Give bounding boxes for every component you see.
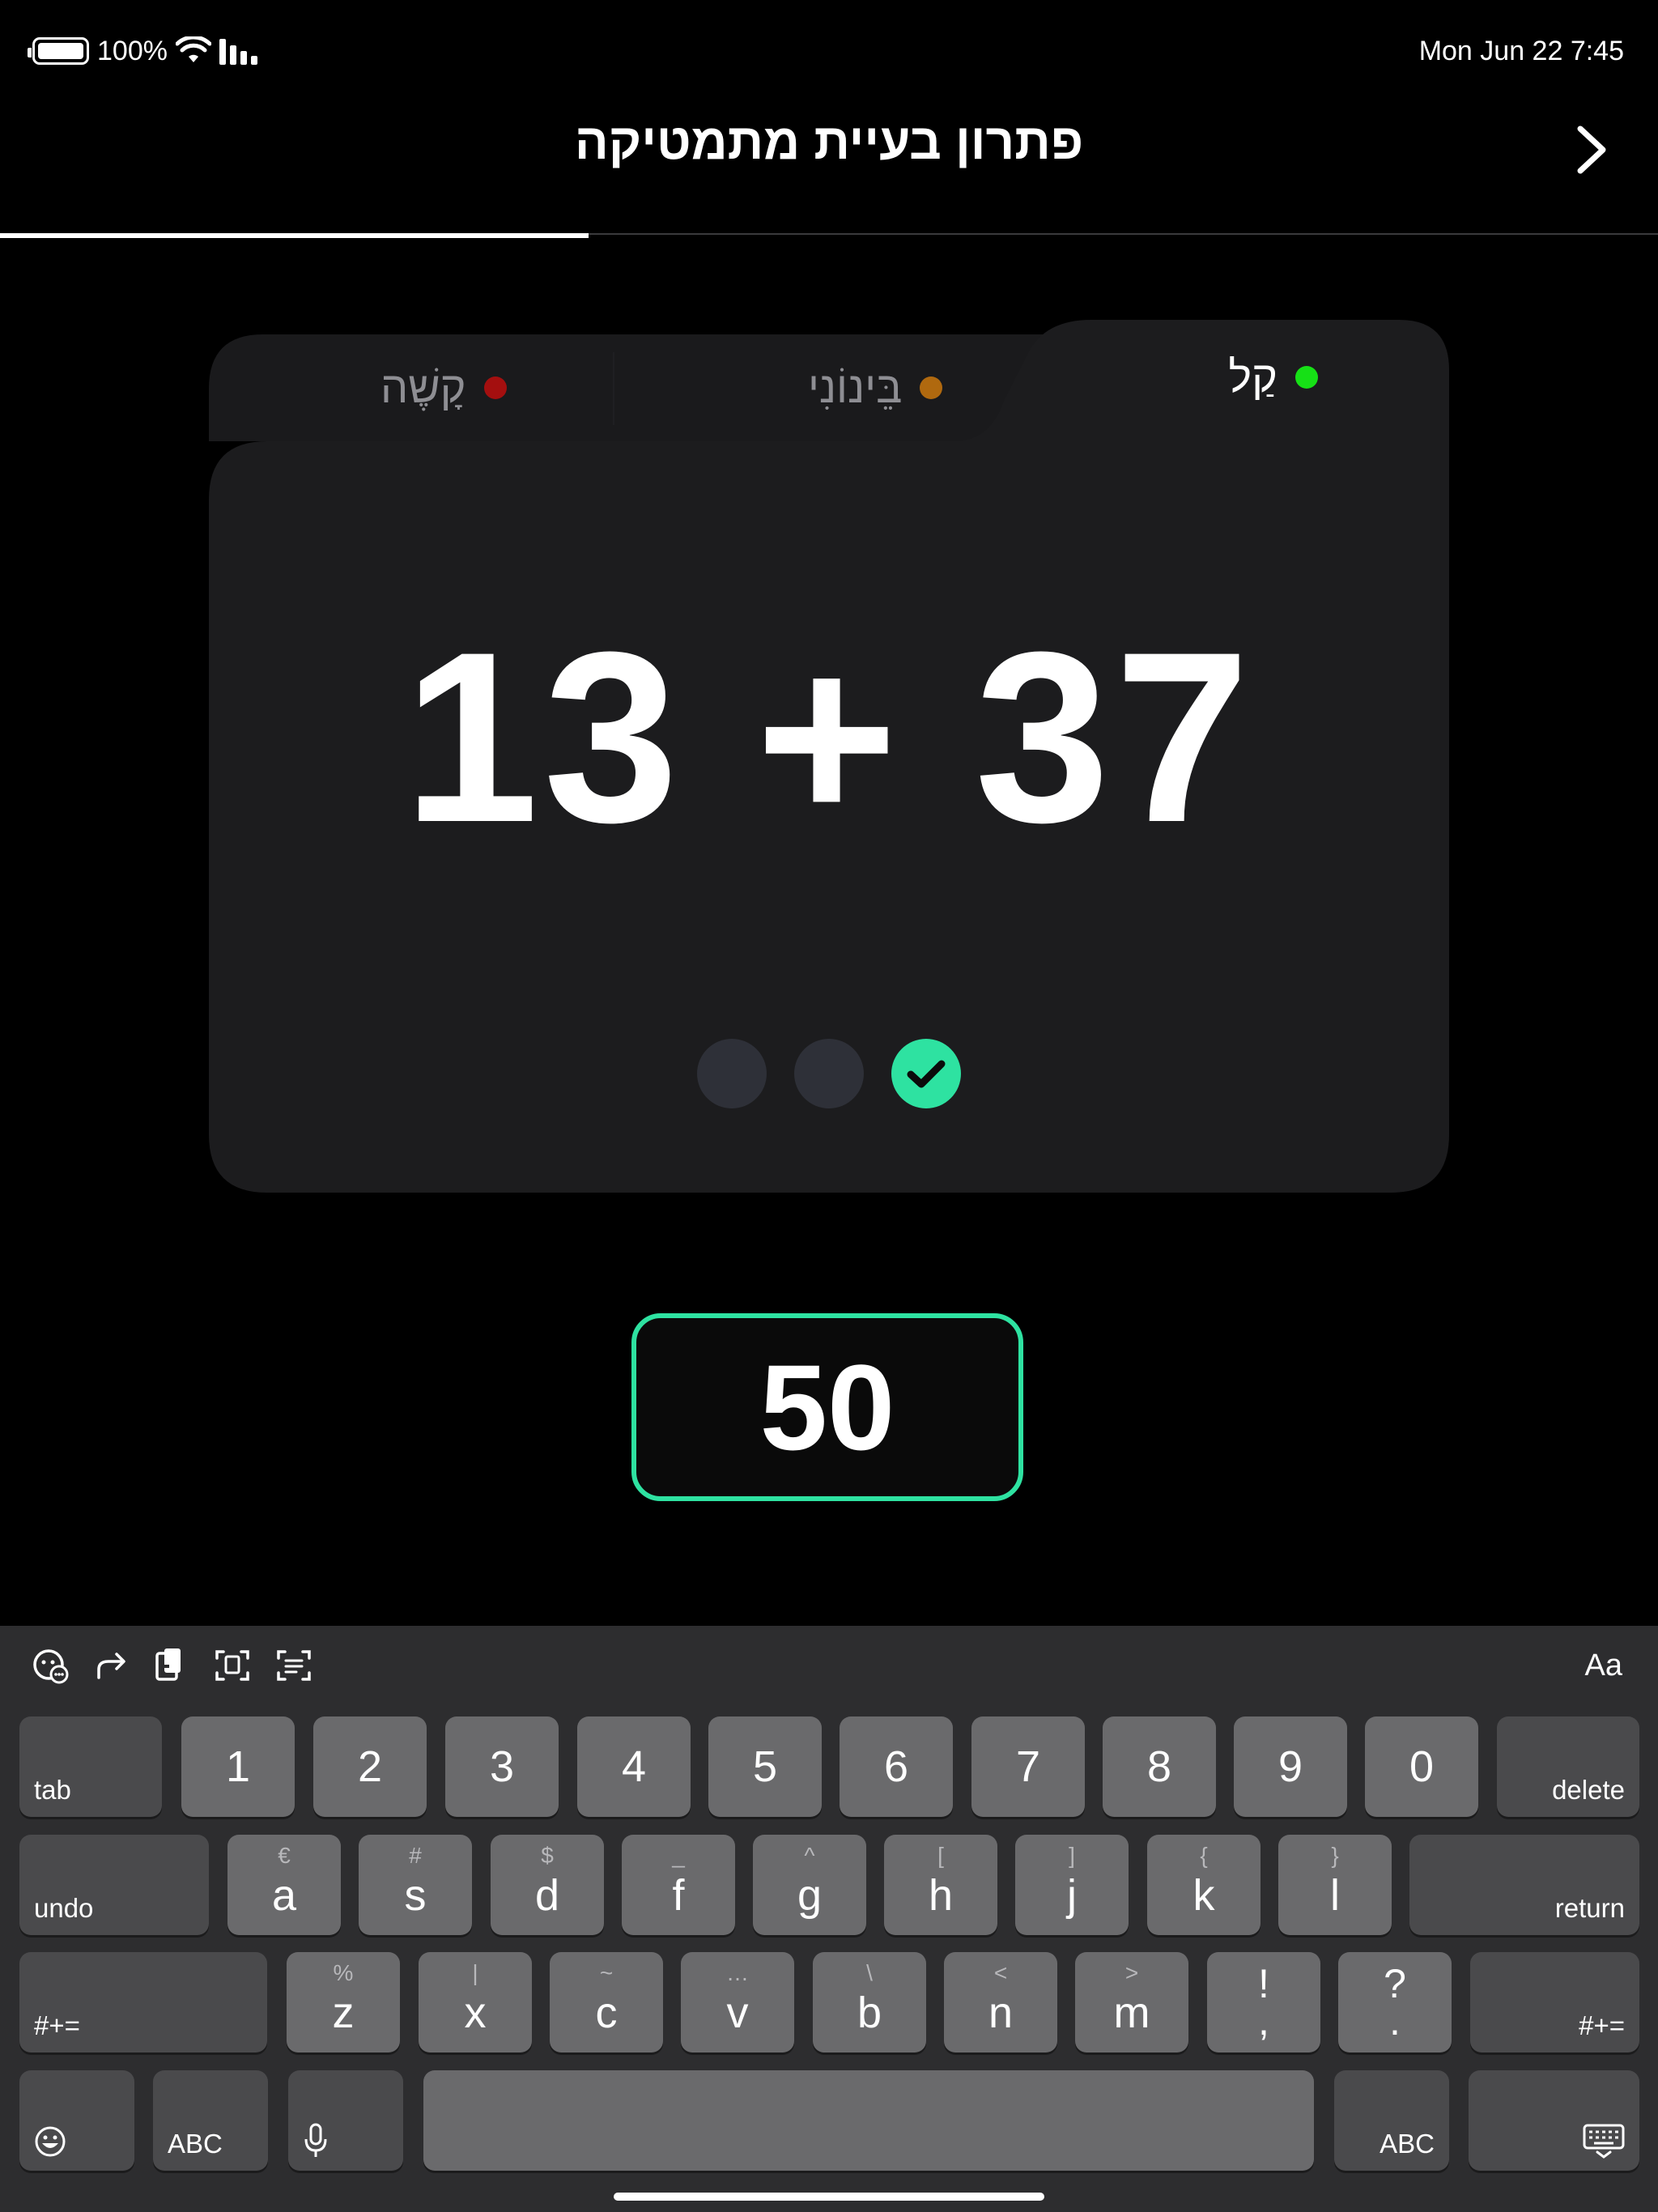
key-n[interactable]: < n	[944, 1952, 1057, 2052]
abc-key-right[interactable]: ABC	[1334, 2070, 1449, 2171]
key-x[interactable]: | x	[419, 1952, 532, 2052]
emoji-key[interactable]	[19, 2070, 134, 2171]
status-date-time: Mon Jun 22 7:45	[1418, 36, 1624, 66]
key-j[interactable]: ] j	[1015, 1835, 1129, 1935]
key-z[interactable]: % z	[287, 1952, 400, 2052]
home-indicator	[614, 2193, 1044, 2201]
key-v[interactable]: … v	[681, 1952, 794, 2052]
battery-icon	[28, 37, 89, 65]
key-3[interactable]: 3	[445, 1716, 559, 1817]
key-1[interactable]: 1	[181, 1716, 295, 1817]
text-format-icon[interactable]	[274, 1645, 314, 1686]
text-style-button[interactable]: Aa	[1585, 1645, 1622, 1686]
difficulty-dot-medium	[920, 376, 943, 399]
hide-keyboard-key[interactable]	[1469, 2070, 1639, 2171]
abc-key-left[interactable]: ABC	[153, 2070, 268, 2171]
key-8[interactable]: 8	[1103, 1716, 1216, 1817]
tab-easy-label: קַל	[1228, 353, 1278, 402]
delete-key[interactable]: delete	[1497, 1716, 1639, 1817]
key-4[interactable]: 4	[577, 1716, 691, 1817]
key-f[interactable]: _ f	[622, 1835, 735, 1935]
key-2[interactable]: 2	[313, 1716, 427, 1817]
tab-key[interactable]: tab	[19, 1716, 162, 1817]
wifi-icon	[175, 36, 211, 62]
key-b[interactable]: \ b	[813, 1952, 926, 2052]
key-question-period[interactable]: ?.	[1338, 1952, 1452, 2052]
symbols-key-right[interactable]: #+=	[1470, 1952, 1639, 2052]
key-5[interactable]: 5	[708, 1716, 822, 1817]
status-left: 100%	[28, 32, 260, 70]
tab-easy[interactable]: קַל	[1229, 352, 1318, 402]
key-c[interactable]: ~ c	[550, 1952, 663, 2052]
microphone-icon	[304, 2123, 327, 2157]
answer-input[interactable]: 50	[631, 1313, 1023, 1501]
difficulty-dot-hard	[483, 376, 507, 399]
scan-text-icon[interactable]	[212, 1645, 253, 1686]
attempt-indicator-pending	[697, 1039, 767, 1108]
attempt-indicator-pending	[794, 1039, 864, 1108]
key-h[interactable]: [h	[884, 1835, 997, 1935]
tab-medium[interactable]: בֵּינוֹנִי	[808, 363, 943, 413]
key-d[interactable]: $ d	[491, 1835, 604, 1935]
checkmark-icon	[907, 1060, 946, 1088]
key-s[interactable]: # s	[359, 1835, 472, 1935]
key-exclamation-comma[interactable]: !,	[1207, 1952, 1320, 2052]
redo-icon[interactable]	[91, 1645, 131, 1686]
keyboard-dismiss-icon	[1583, 2124, 1625, 2159]
battery-percent: 100%	[97, 35, 168, 66]
key-l[interactable]: } l	[1278, 1835, 1392, 1935]
tab-hard-label: קָשֶׁה	[380, 364, 466, 412]
return-key[interactable]: return	[1409, 1835, 1639, 1935]
emoji-icon	[35, 2126, 66, 2157]
key-g[interactable]: ^ g	[753, 1835, 866, 1935]
progress-bar	[0, 233, 589, 238]
chevron-right-icon[interactable]	[1562, 117, 1619, 182]
key-6[interactable]: 6	[840, 1716, 953, 1817]
key-0[interactable]: 0	[1365, 1716, 1478, 1817]
space-bar[interactable]	[423, 2070, 1314, 2171]
page-title: פתרון בעיית מתמטיקה	[574, 114, 1084, 170]
attempt-indicator-correct	[891, 1039, 961, 1108]
math-problem: 13 + 37	[403, 601, 1255, 873]
key-7[interactable]: 7	[971, 1716, 1085, 1817]
symbols-key-left[interactable]: #+=	[19, 1952, 267, 2052]
paste-icon[interactable]	[151, 1645, 191, 1686]
undo-key[interactable]: undo	[19, 1835, 209, 1935]
signal-icon	[219, 39, 257, 65]
tab-hard[interactable]: קָשֶׁה	[380, 363, 507, 413]
key-9[interactable]: 9	[1234, 1716, 1347, 1817]
key-m[interactable]: > m	[1075, 1952, 1188, 2052]
dictation-key[interactable]	[288, 2070, 403, 2171]
attempt-indicators	[0, 1039, 1658, 1108]
key-a[interactable]: € a	[227, 1835, 341, 1935]
tab-medium-label: בֵּינוֹנִי	[808, 364, 903, 412]
key-k[interactable]: {k	[1147, 1835, 1261, 1935]
undo-emoji-icon[interactable]	[31, 1645, 71, 1686]
difficulty-dot-easy	[1295, 366, 1318, 389]
